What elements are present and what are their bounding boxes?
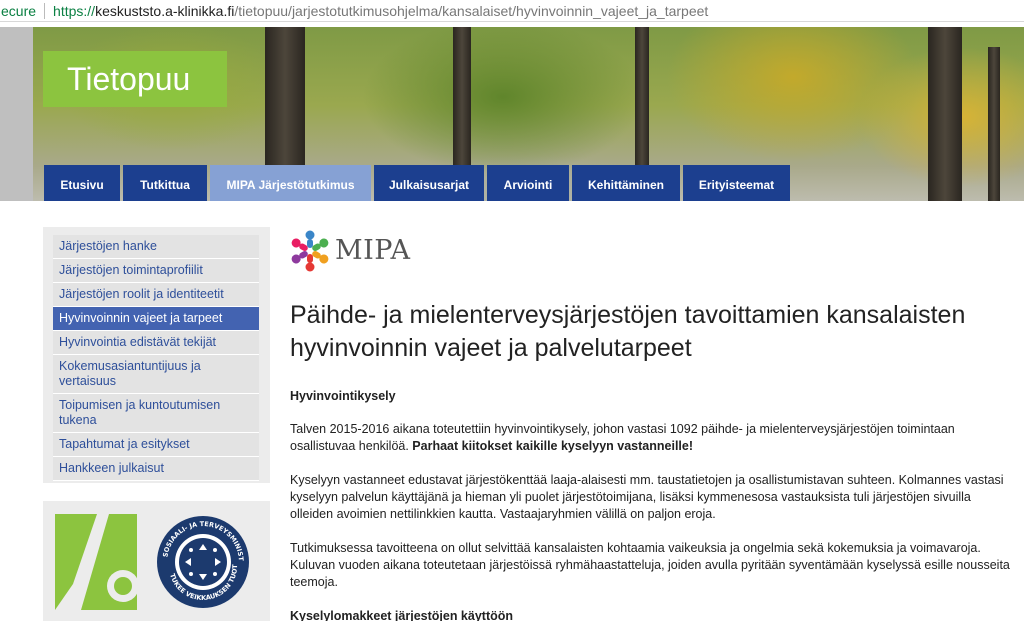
tree-trunk	[928, 27, 962, 201]
mipa-logo-icon	[291, 230, 329, 272]
paragraph-respondents: Kyselyyn vastanneet edustavat järjestöke…	[290, 473, 1004, 521]
sidebar-item-roolit[interactable]: Järjestöjen roolit ja identiteetit	[53, 283, 259, 307]
sidebar-item-kokemusasiantuntijuus[interactable]: Kokemusasiantuntijuus ja vertaisuus	[53, 355, 259, 394]
nav-tab-etusivu[interactable]: Etusivu	[44, 165, 120, 201]
section-heading-hyvinvointikysely: Hyvinvointikysely	[290, 389, 396, 403]
sidebar-item-hyvinvoinnin-vajeet[interactable]: Hyvinvoinnin vajeet ja tarpeet	[53, 307, 259, 331]
secure-label: ecure	[1, 2, 37, 19]
address-divider	[44, 2, 46, 19]
sidebar-item-julkaisut[interactable]: Hankkeen julkaisut	[53, 457, 259, 481]
section-heading-kyselylomakkeet: Kyselylomakkeet järjestöjen käyttöön	[290, 609, 514, 621]
sidebar-item-toimintaprofiilit[interactable]: Järjestöjen toimintaprofiilit	[53, 259, 259, 283]
nav-tab-tutkittua[interactable]: Tutkittua	[123, 165, 207, 201]
page-title: Päihde- ja mielenterveysjärjestöjen tavo…	[290, 301, 966, 362]
sponsor-logos: SOSIAALI- JA TERVEYSMINISTERIÖ TUKEE VEI…	[43, 501, 270, 621]
mipa-brand-text: MIPA	[335, 235, 411, 266]
paragraph-research-goal: Tutkimuksessa tavoitteena on ollut selvi…	[290, 541, 1010, 589]
url-path: /tietopuu/jarjestotutkimusohjelma/kansal…	[234, 2, 709, 19]
tree-trunk	[988, 47, 1000, 201]
url-host: keskuststo.a-klinikka.fi	[95, 2, 235, 19]
sidebar-item-jarjestojen-hanke[interactable]: Järjestöjen hanke	[53, 235, 259, 259]
address-bar[interactable]: ecure https:// keskuststo.a-klinikka.fi …	[0, 0, 1024, 22]
nav-tab-julkaisusarjat[interactable]: Julkaisusarjat	[374, 165, 484, 201]
nav-tab-mipa[interactable]: MIPA Järjestötutkimus	[210, 165, 371, 201]
site-header: Tietopuu Etusivu Tutkittua MIPA Järjestö…	[0, 27, 1024, 201]
sidebar-item-edistavat-tekijat[interactable]: Hyvinvointia edistävät tekijät	[53, 331, 259, 355]
main-nav: Etusivu Tutkittua MIPA Järjestötutkimus …	[44, 165, 793, 201]
sidebar-menu: Järjestöjen hanke Järjestöjen toimintapr…	[43, 227, 270, 483]
a-klinikka-logo[interactable]	[53, 512, 139, 610]
nav-tab-arviointi[interactable]: Arviointi	[487, 165, 569, 201]
paragraph-intro-thanks: Parhaat kiitokset kaikille kyselyyn vast…	[412, 439, 694, 453]
nav-tab-erityisteemat[interactable]: Erityisteemat	[683, 165, 790, 201]
site-logo[interactable]: Tietopuu	[43, 51, 227, 107]
ministry-seal[interactable]: SOSIAALI- JA TERVEYSMINISTERIÖ TUKEE VEI…	[155, 514, 251, 610]
sidebar-item-tapahtumat[interactable]: Tapahtumat ja esitykset	[53, 433, 259, 457]
sidebar-item-toipumisen-tukena[interactable]: Toipumisen ja kuntoutumisen tukena	[53, 394, 259, 433]
url-scheme: https://	[53, 2, 96, 19]
article-body: Hyvinvointikysely Talven 2015-2016 aikan…	[290, 388, 1010, 621]
nav-tab-kehittaminen[interactable]: Kehittäminen	[572, 165, 680, 201]
paragraph-intro: Talven 2015-2016 aikana toteutettiin hyv…	[290, 421, 1010, 455]
header-left-strip	[0, 27, 33, 201]
